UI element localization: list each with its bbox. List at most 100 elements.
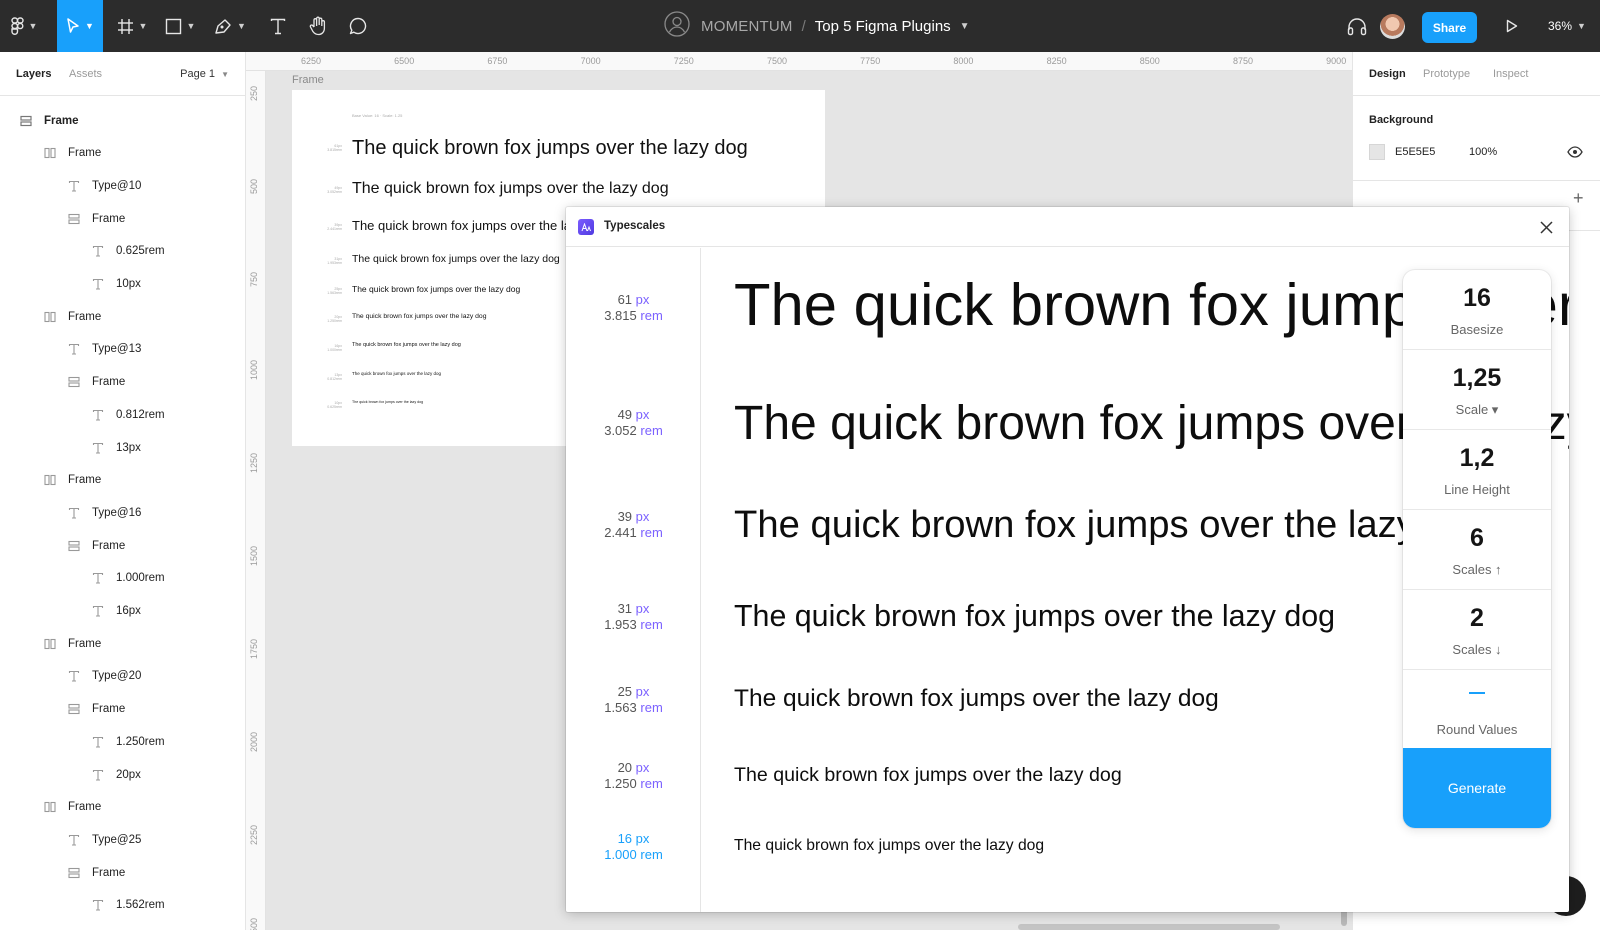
rem-number: 3.052	[604, 423, 637, 438]
scales-up-control[interactable]: 6 Scales ↑	[1403, 510, 1551, 590]
rem-number: 1.953	[604, 617, 637, 632]
px-unit: px	[635, 509, 650, 524]
background-color-swatch[interactable]	[1369, 144, 1385, 160]
scale-control[interactable]: 1,25 Scale ▾	[1403, 350, 1551, 430]
layer-row[interactable]: Frame	[0, 693, 245, 726]
round-values-off-indicator[interactable]	[1469, 692, 1485, 694]
line-height-control[interactable]: 1,2 Line Height	[1403, 430, 1551, 510]
layer-row[interactable]: Type@16	[0, 496, 245, 529]
px-unit: px	[635, 684, 650, 699]
layer-row[interactable]: Frame	[0, 366, 245, 399]
background-hex-input[interactable]: E5E5E5	[1395, 146, 1435, 158]
chevron-down-icon: ▼	[237, 21, 246, 31]
text-layer-icon	[66, 668, 82, 684]
tab-layers[interactable]: Layers	[16, 68, 51, 80]
layer-row[interactable]: Frame	[0, 791, 245, 824]
background-opacity-input[interactable]: 100%	[1469, 146, 1497, 158]
frame-layer-icon	[18, 113, 34, 129]
visibility-eye-icon[interactable]	[1567, 145, 1583, 163]
frame-tool-icon	[117, 18, 134, 35]
ruler-tick-label: 8500	[1139, 56, 1160, 66]
file-breadcrumb[interactable]: MOMENTUM / Top 5 Figma Plugins ▼	[664, 0, 970, 52]
layer-row[interactable]: Frame	[0, 856, 245, 889]
canvas-type-meta: 25px 1.563rem	[327, 286, 342, 295]
horizontal-scrollbar[interactable]	[1018, 924, 1280, 930]
canvas-type-meta: 39px 2.441rem	[327, 222, 342, 231]
scales-down-control[interactable]: 2 Scales ↓	[1403, 590, 1551, 670]
close-icon[interactable]	[1537, 218, 1555, 236]
px-value: 16 px	[566, 831, 701, 847]
layer-row[interactable]: Type@20	[0, 660, 245, 693]
frame-layer-icon	[42, 145, 58, 161]
layer-row[interactable]: 1.250rem	[0, 725, 245, 758]
team-name[interactable]: MOMENTUM	[701, 18, 793, 35]
generate-button[interactable]: Generate	[1403, 748, 1551, 828]
layer-label: 13px	[116, 441, 141, 454]
scale-value[interactable]: 1,25	[1403, 364, 1551, 393]
text-layer-icon	[90, 407, 106, 423]
hand-tool-button[interactable]	[302, 0, 334, 52]
layer-row[interactable]: Frame	[0, 300, 245, 333]
layer-row[interactable]: Type@10	[0, 169, 245, 202]
tab-prototype[interactable]: Prototype	[1423, 68, 1470, 80]
layer-row[interactable]: Frame	[0, 104, 245, 137]
layer-label: Frame	[92, 539, 126, 552]
layer-row[interactable]: Frame	[0, 137, 245, 170]
ruler-tick-label: 6500	[394, 56, 415, 66]
type-preview-line: The quick brown fox jumps over the lazy …	[734, 685, 1219, 712]
audio-button[interactable]	[1342, 0, 1372, 52]
text-tool-button[interactable]	[262, 0, 294, 52]
line-height-value[interactable]: 1,2	[1403, 444, 1551, 473]
layer-row[interactable]: 1.562rem	[0, 889, 245, 922]
layer-label: 0.625rem	[116, 245, 165, 258]
file-name[interactable]: Top 5 Figma Plugins	[815, 18, 951, 35]
shape-tool-button[interactable]: ▼	[160, 0, 200, 52]
layer-row[interactable]: 20px	[0, 758, 245, 791]
chevron-down-icon[interactable]: ▼	[960, 21, 970, 32]
tab-assets[interactable]: Assets	[69, 68, 102, 80]
add-icon[interactable]: +	[1573, 188, 1584, 209]
basesize-value[interactable]: 16	[1403, 284, 1551, 313]
present-button[interactable]	[1496, 0, 1528, 52]
layer-row[interactable]: Type@13	[0, 333, 245, 366]
layer-row[interactable]: 13px	[0, 431, 245, 464]
plugin-title: Typescales	[604, 220, 666, 232]
frame-tool-button[interactable]: ▼	[112, 0, 152, 52]
layer-row[interactable]: Type@25	[0, 823, 245, 856]
tab-design[interactable]: Design	[1369, 68, 1406, 80]
ruler-tick-label: 2500	[249, 917, 259, 930]
text-layer-icon	[90, 570, 106, 586]
layer-label: 10px	[116, 278, 141, 290]
scale-dropdown-label[interactable]: Scale ▾	[1403, 402, 1551, 418]
layer-row[interactable]: Frame	[0, 464, 245, 497]
layer-row[interactable]: Frame	[0, 529, 245, 562]
frame-name-label[interactable]: Frame	[292, 74, 324, 86]
comment-tool-button[interactable]	[342, 0, 374, 52]
share-button[interactable]: Share	[1422, 12, 1477, 43]
frame-layer-icon	[66, 538, 82, 554]
layer-row[interactable]: 0.812rem	[0, 398, 245, 431]
canvas-type-sample: The quick brown fox jumps over the lazy …	[352, 284, 521, 294]
round-values-toggle[interactable]: Round Values	[1403, 670, 1551, 750]
round-values-label: Round Values	[1436, 722, 1518, 737]
px-number: 16	[617, 831, 633, 846]
layer-row[interactable]: 0.625rem	[0, 235, 245, 268]
basesize-control[interactable]: 16 Basesize	[1403, 270, 1551, 350]
scales-up-value[interactable]: 6	[1403, 524, 1551, 553]
px-number: 31	[617, 601, 633, 616]
px-value: 25 px	[566, 684, 701, 700]
layer-row[interactable]: 10px	[0, 268, 245, 301]
zoom-menu[interactable]: 36% ▼	[1548, 0, 1586, 52]
layer-row[interactable]: Frame	[0, 627, 245, 660]
main-menu-button[interactable]: ▼	[0, 0, 48, 52]
pen-tool-button[interactable]: ▼	[210, 0, 250, 52]
page-name: Page 1	[180, 68, 216, 80]
tab-inspect[interactable]: Inspect	[1493, 68, 1528, 80]
layer-row[interactable]: Frame	[0, 202, 245, 235]
user-avatar[interactable]	[1380, 14, 1405, 39]
move-tool-button[interactable]: ▼	[57, 0, 103, 52]
layer-row[interactable]: 1.000rem	[0, 562, 245, 595]
layer-row[interactable]: 16px	[0, 595, 245, 628]
scales-down-value[interactable]: 2	[1403, 604, 1551, 633]
page-selector[interactable]: Page 1 ▼	[180, 68, 229, 80]
